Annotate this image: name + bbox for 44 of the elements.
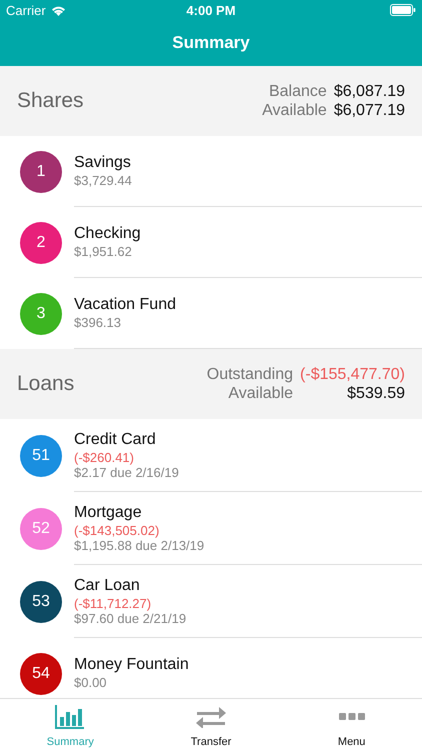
wifi-icon [50, 4, 66, 16]
account-amount: $97.60 due 2/21/19 [74, 610, 188, 626]
account-amount: $0.00 [74, 675, 108, 690]
account-name: Money Fountain [74, 656, 190, 674]
account-name: Car Loan [74, 576, 141, 594]
total-amount: $6,087.19 [334, 82, 405, 100]
tab-button[interactable]: Menu [281, 699, 422, 750]
account-name: Mortgage [74, 504, 143, 522]
battery-icon [390, 4, 416, 16]
transfer-arrows-icon [195, 706, 227, 728]
account-name: Savings [74, 154, 132, 172]
total-amount: $6,077.19 [334, 102, 405, 120]
account-amount: $1,195.88 due 2/13/19 [74, 538, 206, 552]
tab-button[interactable]: Transfer [140, 699, 282, 750]
screen-title: Summary [172, 33, 250, 53]
total-amount: (-$155,477.70) [300, 366, 405, 384]
account-number-badge: 51 [20, 434, 62, 476]
account-amount: (-$11,712.27) [74, 596, 152, 610]
section-title: Shares [17, 89, 84, 113]
account-name: Checking [74, 225, 142, 243]
carrier-label: Carrier [6, 2, 46, 18]
more-icon [338, 713, 365, 721]
total-label: Available [262, 102, 327, 120]
account-amount: (-$143,505.02) [74, 522, 160, 538]
bar-chart-icon [55, 705, 86, 729]
account-number-badge: 1 [20, 150, 62, 192]
account-amount: $2.17 due 2/16/19 [74, 464, 180, 480]
account-number-badge: 54 [20, 652, 62, 694]
account-name: Vacation Fund [74, 296, 177, 314]
total-label: Available [227, 384, 294, 402]
account-number-badge: 3 [20, 292, 62, 334]
account-name: Credit Card [74, 430, 157, 448]
account-amount: $396.13 [74, 315, 122, 330]
account-number-badge: 2 [20, 222, 62, 264]
account-amount: (-$260.41) [74, 450, 135, 464]
total-label: Outstanding [206, 366, 294, 384]
section-title: Loans [17, 372, 74, 396]
total-amount: $539.59 [346, 384, 405, 402]
total-label: Balance [268, 82, 327, 100]
account-number-badge: 53 [20, 580, 62, 622]
clock-time: 4:00 PM [186, 2, 236, 18]
account-number-badge: 52 [20, 508, 62, 550]
account-amount: $1,951.62 [74, 244, 133, 259]
account-amount: $3,729.44 [74, 173, 133, 188]
